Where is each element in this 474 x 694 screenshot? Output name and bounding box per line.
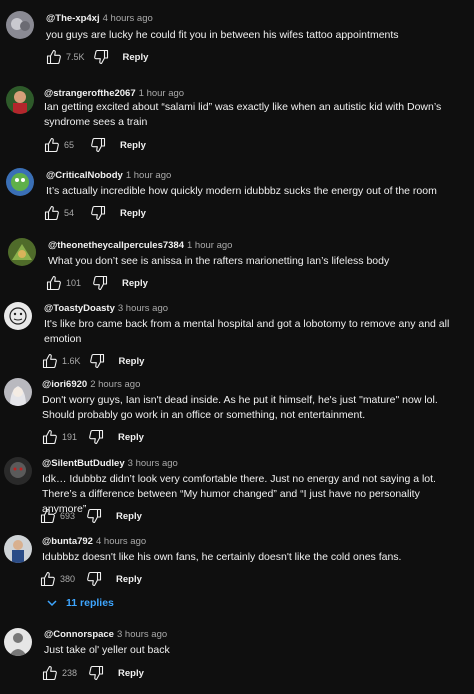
thumbs-down-icon[interactable] [93, 49, 109, 65]
like-count: 693 [60, 511, 76, 521]
thumbs-up-icon[interactable] [42, 353, 58, 369]
comment-text: Just take ol' yeller out back [44, 644, 170, 656]
reply-button[interactable]: Reply [116, 574, 142, 585]
comment-text: It’s actually incredible how quickly mod… [46, 185, 437, 197]
avatar[interactable] [6, 86, 34, 114]
like-count: 191 [62, 432, 78, 442]
thumbs-up-icon[interactable] [42, 429, 58, 445]
comment-author[interactable]: @SilentButDudley [42, 458, 125, 469]
thumbs-up-icon[interactable] [42, 665, 58, 681]
like-count: 65 [64, 140, 75, 150]
reply-button[interactable]: Reply [116, 511, 142, 522]
reply-button[interactable]: Reply [120, 208, 146, 219]
thumbs-up-icon[interactable] [46, 49, 62, 65]
reply-button[interactable]: Reply [118, 432, 144, 443]
comment-author[interactable]: @strangerofthe2067 [44, 88, 136, 99]
avatar[interactable] [4, 457, 32, 485]
reply-button[interactable]: Reply [118, 668, 144, 679]
comment-timestamp[interactable]: 3 hours ago [118, 303, 168, 314]
comment-text: Don't worry guys, Ian isn't dead inside.… [42, 394, 438, 421]
comment-text: It's like bro came back from a mental ho… [44, 318, 450, 345]
comment-author[interactable]: @ToastyDoasty [44, 303, 115, 314]
comment-author[interactable]: @CriticalNobody [46, 170, 123, 181]
comment-timestamp[interactable]: 3 hours ago [117, 629, 167, 640]
thumbs-up-icon[interactable] [44, 205, 60, 221]
comment-author[interactable]: @iori6920 [42, 379, 87, 390]
thumbs-down-icon[interactable] [90, 205, 106, 221]
avatar[interactable] [8, 238, 36, 266]
comment-text: Ian getting excited about “salami lid” w… [44, 101, 442, 128]
avatar[interactable] [4, 302, 32, 330]
comment-text: you guys are lucky he could fit you in b… [46, 29, 399, 41]
comment-timestamp[interactable]: 1 hour ago [139, 88, 184, 99]
thumbs-up-icon[interactable] [40, 571, 56, 587]
thumbs-up-icon[interactable] [40, 508, 56, 524]
like-count: 380 [60, 574, 76, 584]
reply-button[interactable]: Reply [120, 140, 146, 151]
comment-timestamp[interactable]: 2 hours ago [90, 379, 140, 390]
view-replies-button[interactable]: 11 replies [46, 597, 114, 609]
thumbs-down-icon[interactable] [86, 571, 102, 587]
like-count: 238 [62, 668, 78, 678]
avatar[interactable] [4, 628, 32, 656]
comment-timestamp[interactable]: 4 hours ago [96, 536, 146, 547]
reply-button[interactable]: Reply [123, 52, 149, 63]
comment-timestamp[interactable]: 1 hour ago [187, 240, 232, 251]
thumbs-down-icon[interactable] [89, 353, 105, 369]
comment-author[interactable]: @The-xp4xj [46, 13, 100, 24]
thumbs-down-icon[interactable] [88, 429, 104, 445]
chevron-down-icon [47, 600, 57, 607]
like-count: 54 [64, 208, 75, 218]
like-count: 7.5K [66, 52, 85, 62]
like-count: 1.6K [62, 356, 81, 366]
comment-timestamp[interactable]: 4 hours ago [103, 13, 153, 24]
avatar[interactable] [4, 535, 32, 563]
thumbs-up-icon[interactable] [44, 137, 60, 153]
reply-button[interactable]: Reply [122, 278, 148, 289]
comment-author[interactable]: @theonetheycallpercules7384 [48, 240, 184, 251]
reply-button[interactable]: Reply [119, 356, 145, 367]
like-count: 101 [66, 278, 82, 288]
replies-count: 11 replies [66, 597, 114, 609]
comment-text: What you don’t see is anissa in the raft… [48, 255, 390, 267]
thumbs-up-icon[interactable] [46, 275, 62, 291]
comment-timestamp[interactable]: 1 hour ago [126, 170, 171, 181]
avatar[interactable] [6, 168, 34, 196]
thumbs-down-icon[interactable] [88, 665, 104, 681]
thumbs-down-icon[interactable] [90, 137, 106, 153]
comment-author[interactable]: @Connorspace [44, 629, 114, 640]
thumbs-down-icon[interactable] [86, 508, 102, 524]
comment-text: Idubbbz doesn't like his own fans, he ce… [42, 551, 402, 563]
comment-author[interactable]: @bunta792 [42, 536, 93, 547]
comment-timestamp[interactable]: 3 hours ago [128, 458, 178, 469]
thumbs-down-icon[interactable] [92, 275, 108, 291]
avatar[interactable] [4, 378, 32, 406]
avatar[interactable] [6, 11, 34, 39]
